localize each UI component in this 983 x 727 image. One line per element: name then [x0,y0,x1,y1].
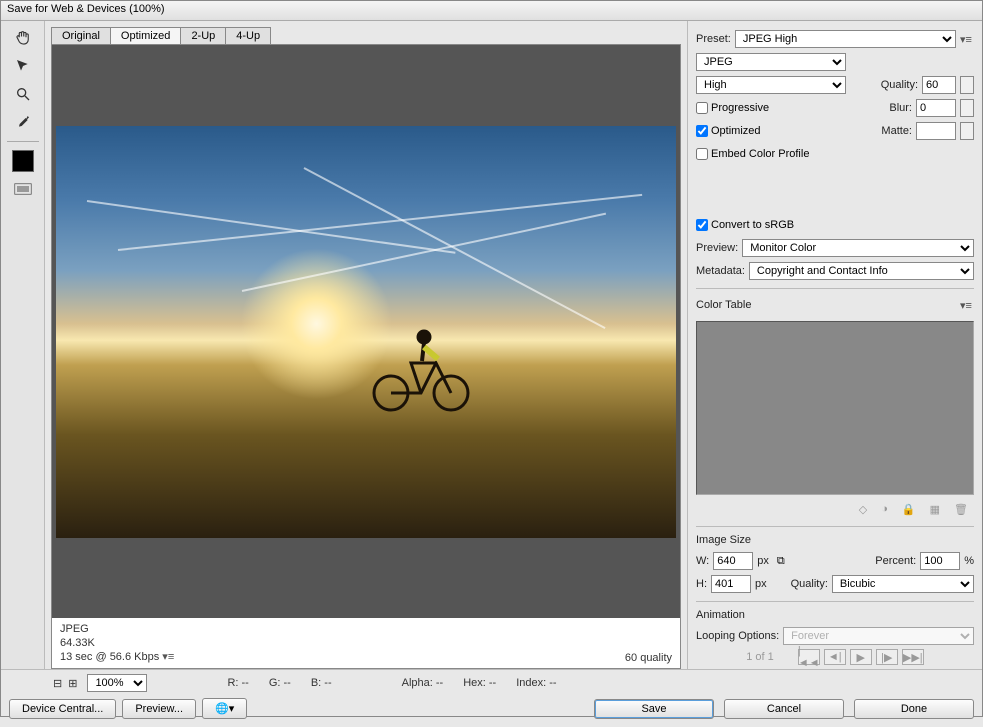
toolstrip [1,21,45,669]
play-button[interactable]: ▶ [850,649,872,665]
status-time: 13 sec @ 56.6 Kbps [60,651,159,663]
blur-label: Blur: [889,102,912,114]
settings-panel: Preset: JPEG High ▾≡ JPEG High Quality: … [687,21,982,669]
preview-image [56,126,676,538]
bottom-bar: ⊟ ⊞ 100% R: -- G: -- B: -- Alpha: -- Hex… [1,669,982,727]
zoom-select[interactable]: 100% [87,674,147,692]
preview-button[interactable]: Preview... [122,699,196,719]
tab-original[interactable]: Original [51,27,111,44]
hand-tool[interactable] [11,27,35,49]
preview-canvas-wrap: JPEG 64.33K 13 sec @ 56.6 Kbps ▾≡ 60 qua… [51,44,681,669]
frame-counter: 1 of 1 [746,651,774,663]
blur-spinner[interactable] [960,99,974,117]
resample-quality-label: Quality: [791,578,828,590]
info-index: Index: -- [516,677,556,689]
color-table-toolbar: ◇ ◑ 🔒 ▦ 🗑 [696,500,974,519]
tab-4up[interactable]: 4-Up [225,27,271,44]
ct-new-icon[interactable]: ▦ [930,503,940,516]
window-title: Save for Web & Devices (100%) [7,3,165,15]
zoom-plus-icon[interactable]: ⊞ [68,677,77,690]
done-button[interactable]: Done [854,699,974,719]
zoom-tool[interactable] [11,83,35,105]
foreground-color-swatch[interactable] [12,150,34,172]
next-frame-button[interactable]: |▶ [876,649,898,665]
convert-srgb-checkbox[interactable]: Convert to sRGB [696,219,794,231]
embed-color-profile-checkbox[interactable]: Embed Color Profile [696,148,809,160]
ct-web-icon[interactable]: ◑ [881,503,888,516]
preview-tabs: Original Optimized 2-Up 4-Up [51,27,681,44]
percent-input[interactable] [920,552,960,570]
resample-quality-select[interactable]: Bicubic [832,575,974,593]
status-quality: 60 quality [625,652,672,664]
cancel-button[interactable]: Cancel [724,699,844,719]
first-frame-button[interactable]: |◄◄ [798,649,820,665]
save-button[interactable]: Save [594,699,714,719]
progressive-checkbox[interactable]: Progressive [696,102,769,114]
preset-label: Preset: [696,33,731,45]
browser-preview-button[interactable]: 🌐▾ [202,698,247,719]
width-input[interactable] [713,552,753,570]
eyedropper-tool[interactable] [11,111,35,133]
tab-2up[interactable]: 2-Up [180,27,226,44]
metadata-label: Metadata: [696,265,745,277]
matte-swatch[interactable] [916,122,956,140]
height-input[interactable] [711,575,751,593]
last-frame-button[interactable]: ▶▶| [902,649,924,665]
preview-canvas[interactable] [52,45,680,618]
preview-status: JPEG 64.33K 13 sec @ 56.6 Kbps ▾≡ 60 qua… [52,618,680,668]
ct-trash-icon[interactable]: 🗑 [954,503,968,516]
animation-label: Animation [696,609,974,621]
metadata-select[interactable]: Copyright and Contact Info [749,262,974,280]
color-table-label: Color Table [696,299,751,311]
percent-label: Percent: [875,555,916,567]
tab-optimized[interactable]: Optimized [110,27,182,44]
info-b: B: -- [311,677,332,689]
width-label: W: [696,555,709,567]
ct-eyedrop-icon[interactable]: ◇ [859,503,867,516]
slice-select-tool[interactable] [11,55,35,77]
preview-select[interactable]: Monitor Color [742,239,974,257]
window-titlebar: Save for Web & Devices (100%) [1,1,982,21]
quality-spinner[interactable] [960,76,974,94]
preset-flyout-icon[interactable]: ▾≡ [960,33,974,46]
image-size-label: Image Size [696,534,974,546]
optimized-checkbox[interactable]: Optimized [696,125,761,137]
ct-lock-icon[interactable]: 🔒 [902,503,916,516]
looping-select: Forever [783,627,974,645]
toggle-slices-visibility[interactable] [11,178,35,200]
looping-label: Looping Options: [696,630,779,642]
format-select[interactable]: JPEG [696,53,846,71]
info-hex: Hex: -- [463,677,496,689]
device-central-button[interactable]: Device Central... [9,699,116,719]
status-size: 64.33K [60,636,174,650]
info-g: G: -- [269,677,291,689]
color-table-flyout-icon[interactable]: ▾≡ [960,299,974,312]
matte-label: Matte: [881,125,912,137]
prev-frame-button[interactable]: ◄| [824,649,846,665]
quality-preset-select[interactable]: High [696,76,846,94]
info-alpha: Alpha: -- [402,677,444,689]
preview-label: Preview: [696,242,738,254]
quality-input[interactable] [922,76,956,94]
constrain-link-icon[interactable]: ⧉ [777,555,785,568]
status-format: JPEG [60,622,174,636]
status-menu-icon[interactable]: ▾≡ [162,651,174,663]
blur-input[interactable] [916,99,956,117]
preset-select[interactable]: JPEG High [735,30,956,48]
color-table-grid[interactable] [696,321,974,495]
quality-label: Quality: [881,79,918,91]
zoom-minus-icon[interactable]: ⊟ [53,677,62,690]
height-label: H: [696,578,707,590]
matte-spinner[interactable] [960,122,974,140]
info-r: R: -- [227,677,248,689]
